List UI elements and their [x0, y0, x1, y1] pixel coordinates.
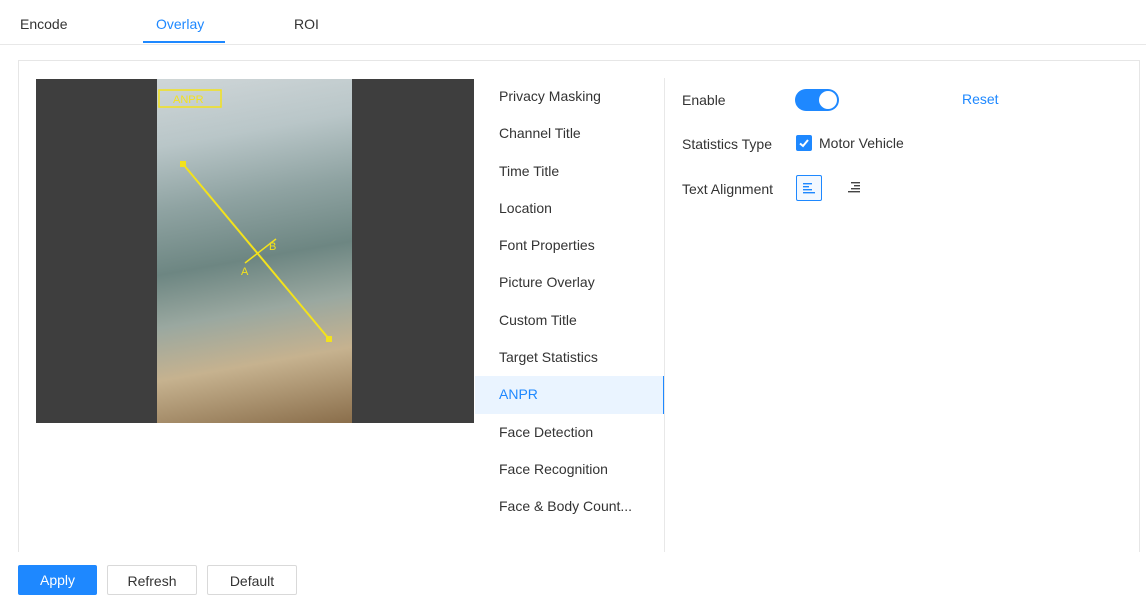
apply-button[interactable]: Apply — [18, 565, 97, 595]
menu-item-font-properties[interactable]: Font Properties — [475, 227, 665, 264]
motor-vehicle-checkbox[interactable] — [796, 135, 812, 151]
tab-bar: Encode Overlay ROI — [0, 0, 1146, 45]
video-preview: ANPR A B — [36, 79, 474, 423]
detection-line — [182, 163, 330, 340]
toggle-knob — [819, 91, 837, 109]
menu-item-time-title[interactable]: Time Title — [475, 153, 665, 190]
menu-divider — [664, 78, 665, 552]
align-left-icon — [803, 183, 815, 194]
text-alignment-label: Text Alignment — [682, 181, 774, 197]
default-button[interactable]: Default — [207, 565, 297, 595]
enable-toggle[interactable] — [795, 89, 839, 111]
line-endpoint-start — [180, 161, 186, 167]
align-right-icon — [848, 182, 860, 193]
refresh-button[interactable]: Refresh — [107, 565, 197, 595]
menu-item-channel-title[interactable]: Channel Title — [475, 115, 665, 152]
menu-item-picture-overlay[interactable]: Picture Overlay — [475, 264, 665, 301]
menu-item-face-body-count[interactable]: Face & Body Count... — [475, 488, 665, 525]
menu-item-face-recognition[interactable]: Face Recognition — [475, 451, 665, 488]
overlay-drawing[interactable]: ANPR A B — [36, 79, 474, 423]
statistics-type-label: Statistics Type — [682, 136, 773, 152]
anpr-overlay-label: ANPR — [173, 94, 204, 106]
point-b-label: B — [269, 241, 276, 253]
tab-roi[interactable]: ROI — [294, 16, 319, 32]
enable-label: Enable — [682, 92, 726, 108]
line-endpoint-end — [326, 336, 332, 342]
menu-item-privacy-masking[interactable]: Privacy Masking — [475, 78, 665, 115]
menu-item-custom-title[interactable]: Custom Title — [475, 302, 665, 339]
menu-item-face-detection[interactable]: Face Detection — [475, 414, 665, 451]
motor-vehicle-label: Motor Vehicle — [819, 135, 904, 151]
active-tab-indicator — [143, 41, 225, 43]
point-a-label: A — [241, 266, 249, 278]
menu-item-anpr[interactable]: ANPR — [475, 376, 665, 414]
menu-item-location[interactable]: Location — [475, 190, 665, 227]
overlay-type-menu: Privacy Masking Channel Title Time Title… — [475, 78, 665, 526]
align-right-button[interactable] — [842, 175, 866, 199]
tab-encode[interactable]: Encode — [20, 16, 67, 32]
tab-overlay[interactable]: Overlay — [156, 16, 204, 32]
checkmark-icon — [799, 139, 809, 148]
reset-link[interactable]: Reset — [962, 91, 999, 107]
menu-item-target-statistics[interactable]: Target Statistics — [475, 339, 665, 376]
align-left-button[interactable] — [796, 175, 822, 201]
